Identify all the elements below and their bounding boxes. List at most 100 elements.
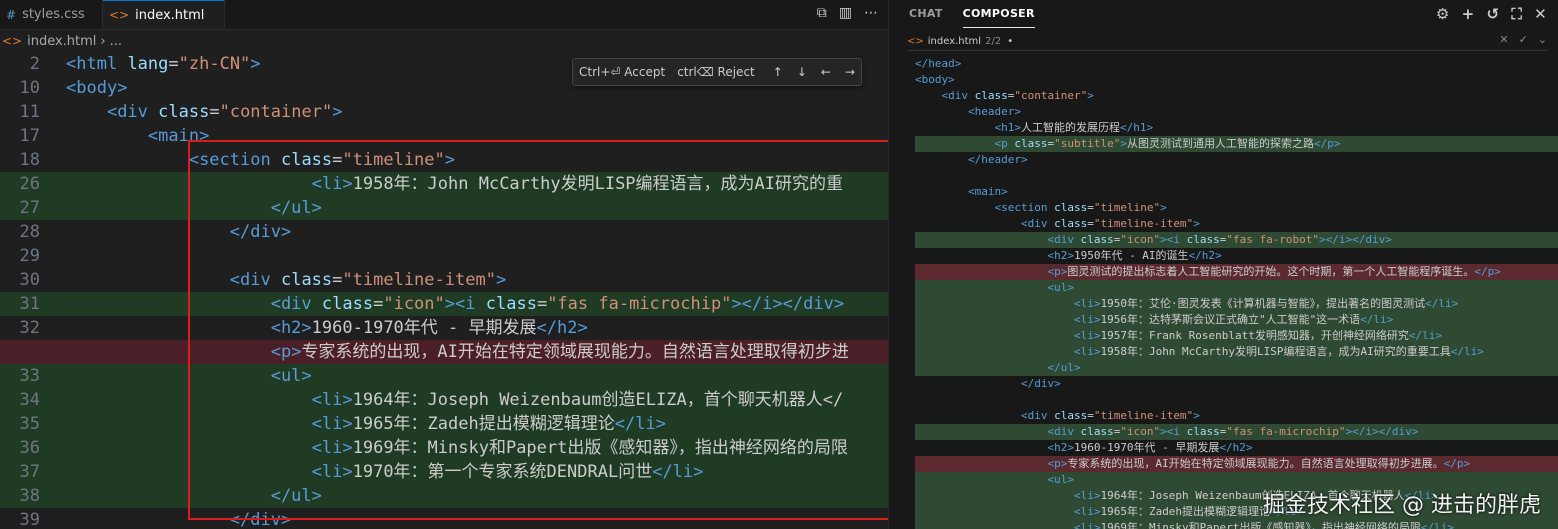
- tab-styles-css[interactable]: # styles.css: [0, 0, 103, 29]
- composer-file-bar[interactable]: <> index.html 2/2 • ✕ ✓ ⌄: [907, 32, 1547, 51]
- code-line[interactable]: 37 <li>1970年：第一个专家系统DENDRAL问世</li>: [0, 460, 888, 484]
- preview-line: <ul>: [915, 472, 1558, 488]
- gear-icon[interactable]: ⚙: [1436, 5, 1450, 23]
- css-file-icon: #: [6, 7, 17, 22]
- breadcrumb: <> index.html › ...: [0, 30, 122, 52]
- line-text: <li>1970年：第一个专家系统DENDRAL问世</li>: [311, 462, 704, 482]
- line-text: <body>: [66, 78, 128, 98]
- preview-line: <div class="timeline-item">: [1020, 409, 1200, 422]
- editor-toolbar: ⧉ ▥ ⋯: [817, 5, 878, 21]
- preview-line: [915, 392, 1558, 408]
- tab-chat[interactable]: CHAT: [909, 0, 943, 28]
- history-icon[interactable]: ↺: [1486, 5, 1499, 23]
- code-line[interactable]: 18 <section class="timeline">: [0, 148, 888, 172]
- preview-line: <div class="timeline-item">: [1020, 217, 1200, 230]
- arrow-left-icon[interactable]: ←: [821, 65, 831, 79]
- code-line[interactable]: <p>专家系统的出现，AI开始在特定领域展现能力。自然语言处理取得初步进: [0, 340, 888, 364]
- line-number: 37: [19, 462, 40, 482]
- code-line[interactable]: 17 <main>: [0, 124, 888, 148]
- breadcrumb-file[interactable]: index.html: [27, 34, 96, 49]
- preview-line: <h1>人工智能的发展历程</h1>: [994, 121, 1154, 134]
- arrow-up-icon[interactable]: ↑: [773, 65, 783, 79]
- code-line[interactable]: 28 </div>: [0, 220, 888, 244]
- line-number: 28: [19, 222, 40, 242]
- line-text: <main>: [147, 126, 210, 146]
- preview-line: <body>: [915, 73, 955, 86]
- tab-composer[interactable]: COMPOSER: [962, 0, 1035, 28]
- line-text: <div class="icon"><i class="fas fa-micro…: [270, 294, 845, 314]
- code-line[interactable]: 35 <li>1965年：Zadeh提出模糊逻辑理论</li>: [0, 412, 888, 436]
- panel-header: CHAT COMPOSER ⚙ + ↺ ⛶ ✕: [889, 0, 1558, 28]
- line-text: <section class="timeline">: [188, 150, 456, 170]
- code-line[interactable]: 27 </ul>: [0, 196, 888, 220]
- breadcrumb-rest[interactable]: ...: [110, 34, 122, 49]
- line-text: <li>1969年：Minsky和Papert出版《感知器》，指出神经网络的局限: [311, 438, 848, 458]
- line-number: 31: [19, 294, 40, 314]
- code-line[interactable]: 32 <h2>1960-1970年代 - 早期发展</h2>: [0, 316, 888, 340]
- line-number: 29: [19, 246, 40, 266]
- line-text: <p>专家系统的出现，AI开始在特定领域展现能力。自然语言处理取得初步进: [270, 342, 849, 362]
- line-number: 26: [19, 174, 40, 194]
- preview-line: <header>: [967, 105, 1021, 118]
- code-line[interactable]: 26 <li>1958年：John McCarthy发明LISP编程语言，成为A…: [0, 172, 888, 196]
- line-number: 39: [19, 510, 40, 529]
- preview-line: <li>1969年：Minsky和Papert出版《感知器》，指出神经网络的局限…: [915, 520, 1558, 529]
- composer-file-name: index.html: [927, 35, 982, 47]
- arrow-right-icon[interactable]: →: [845, 65, 855, 79]
- line-number: 10: [19, 78, 40, 98]
- code-line[interactable]: 36 <li>1969年：Minsky和Papert出版《感知器》，指出神经网络…: [0, 436, 888, 460]
- code-line[interactable]: 39 </div>: [0, 508, 888, 529]
- plus-icon[interactable]: +: [1462, 5, 1475, 23]
- code-line[interactable]: 31 <div class="icon"><i class="fas fa-mi…: [0, 292, 888, 316]
- line-number: 17: [19, 126, 40, 146]
- preview-line: <ul>: [915, 280, 1558, 296]
- preview-line: [915, 168, 1558, 184]
- preview-line: </ul>: [915, 360, 1558, 376]
- line-number: 36: [19, 438, 40, 458]
- code-line[interactable]: 30 <div class="timeline-item">: [0, 268, 888, 292]
- preview-line: </head>: [915, 57, 962, 70]
- code-line[interactable]: 11 <div class="container">: [0, 100, 888, 124]
- code-line[interactable]: 34 <li>1964年：Joseph Weizenbaum创造ELIZA，首个…: [0, 388, 888, 412]
- preview-line: <li>1957年：Frank Rosenblatt发明感知器，开创神经网络研究…: [915, 328, 1558, 344]
- maximize-icon[interactable]: ⛶: [1511, 5, 1522, 23]
- line-number: 27: [19, 198, 40, 218]
- preview-line: <div class="container">: [941, 89, 1094, 102]
- code-line[interactable]: 38 </ul>: [0, 484, 888, 508]
- code-editor[interactable]: # styles.css <> index.html ⧉ ▥ ⋯ <> inde…: [0, 0, 888, 529]
- line-text: <li>1965年：Zadeh提出模糊逻辑理论</li>: [311, 414, 666, 434]
- code-line[interactable]: 33 <ul>: [0, 364, 888, 388]
- line-text: <h2>1960-1970年代 - 早期发展</h2>: [270, 318, 588, 338]
- line-number: 2: [29, 54, 40, 74]
- accept-button[interactable]: Ctrl+⏎ Accept: [579, 65, 665, 79]
- reject-button[interactable]: ctrl⌫ Reject: [677, 65, 755, 79]
- line-text: <html lang="zh-CN">: [66, 54, 261, 74]
- arrow-down-icon[interactable]: ↓: [797, 65, 807, 79]
- more-actions-icon[interactable]: ⋯: [864, 5, 878, 21]
- line-number: 11: [19, 102, 40, 122]
- html-file-icon: <>: [109, 8, 130, 22]
- change-count: 2/2: [985, 35, 1002, 47]
- line-text: <div class="timeline-item">: [229, 270, 507, 290]
- open-changes-icon[interactable]: ⧉: [817, 5, 827, 21]
- code-area[interactable]: 2 <html lang="zh-CN"> 10 <body> 11 <div clas…: [0, 52, 888, 529]
- tab-index-html[interactable]: <> index.html: [103, 0, 225, 29]
- line-number: 32: [19, 318, 40, 338]
- line-text: </div>: [229, 510, 292, 529]
- line-number: 38: [19, 486, 40, 506]
- preview-line: <div class="icon"><i class="fas fa-micro…: [915, 424, 1558, 440]
- tab-label: index.html: [135, 7, 205, 23]
- split-editor-icon[interactable]: ▥: [839, 5, 852, 21]
- preview-line: <p class="subtitle">从图灵测试到通用人工智能的探索之路</p…: [915, 136, 1558, 152]
- close-icon[interactable]: ✕: [1499, 33, 1508, 46]
- html-file-icon: <>: [2, 34, 23, 48]
- preview-line: <li>1950年：艾伦·图灵发表《计算机器与智能》，提出著名的图灵测试</li…: [915, 296, 1558, 312]
- line-text: <div class="container">: [106, 102, 343, 122]
- code-line[interactable]: 29: [0, 244, 888, 268]
- close-icon[interactable]: ✕: [1534, 5, 1547, 23]
- preview-line: <div class="icon"><i class="fas fa-robot…: [915, 232, 1558, 248]
- expand-icon[interactable]: ⌄: [1538, 33, 1547, 46]
- preview-line: </header>: [967, 153, 1028, 166]
- check-icon[interactable]: ✓: [1519, 33, 1528, 46]
- line-number: 30: [19, 270, 40, 290]
